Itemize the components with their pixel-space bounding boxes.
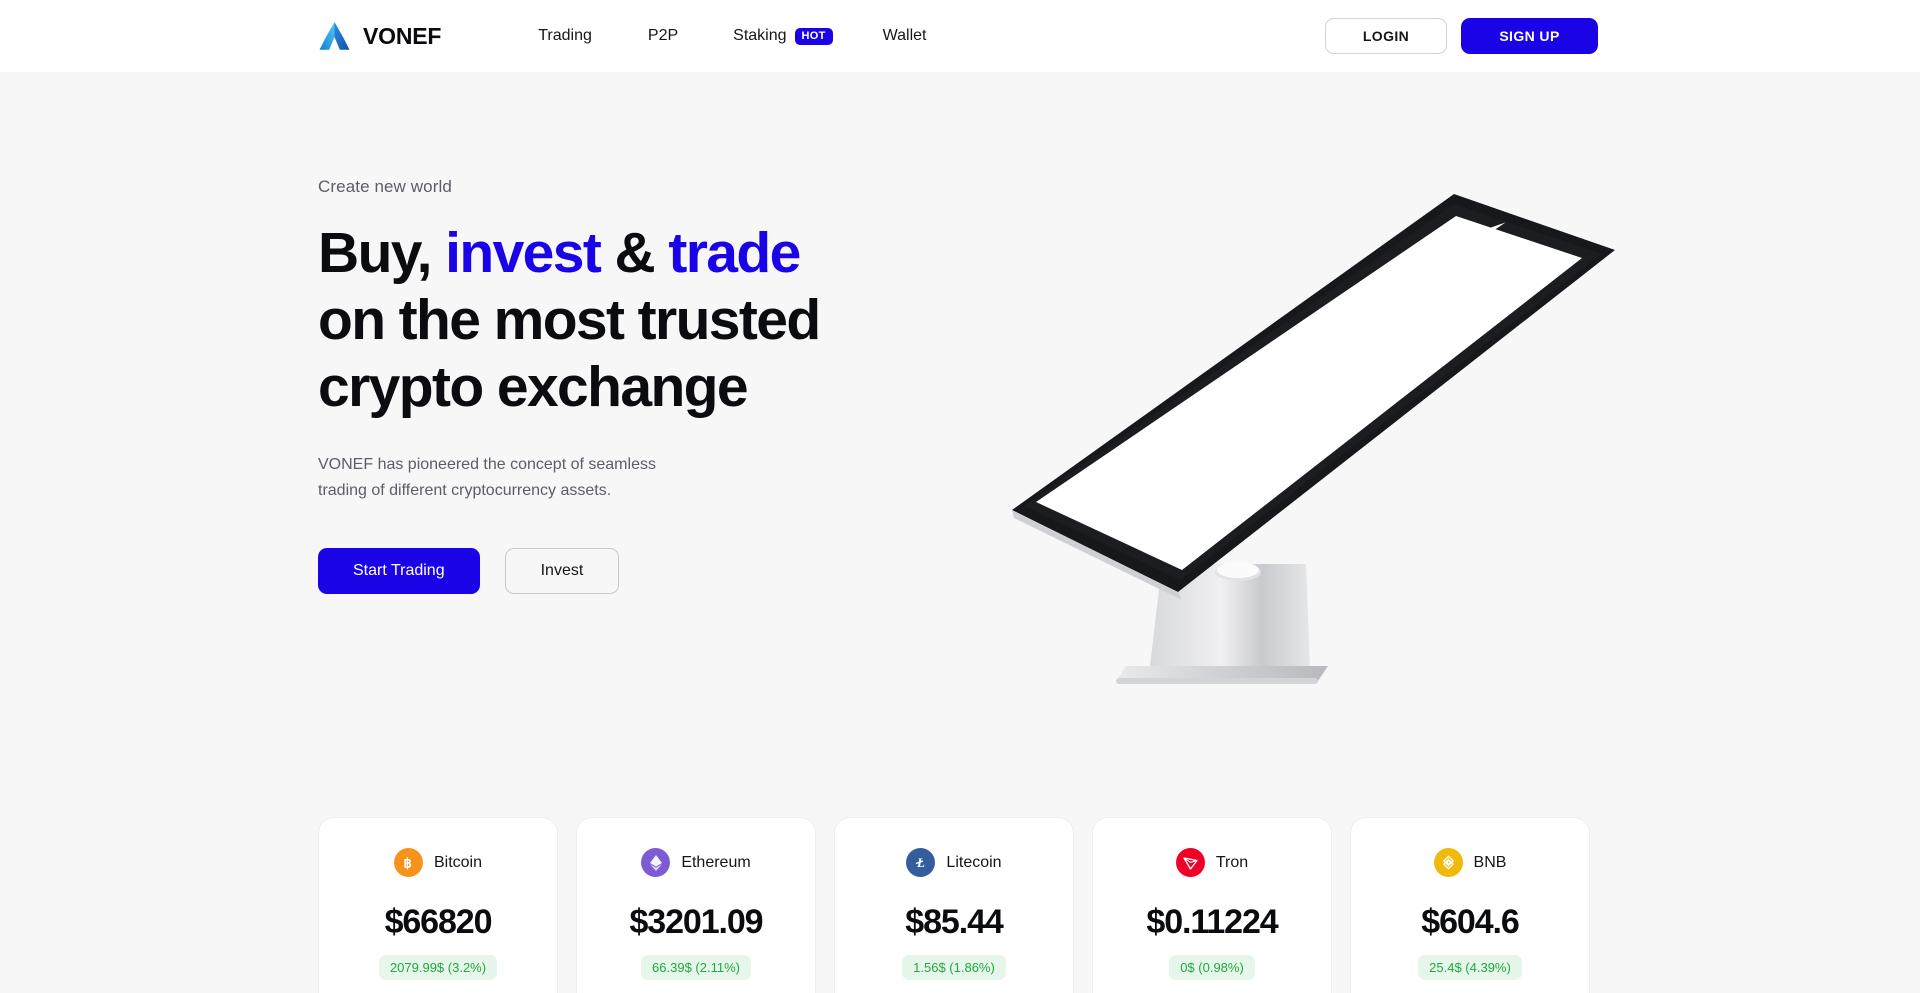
headline-part-1: Buy, [318, 221, 446, 285]
site-header: VONEF Trading P2P Staking HOT Wallet LOG… [0, 0, 1920, 72]
coin-price: $0.11224 [1146, 903, 1278, 941]
coin-header: Ethereum [577, 848, 815, 877]
coin-delta-badge: 0$ (0.98%) [1169, 955, 1255, 980]
coin-name: BNB [1473, 853, 1507, 871]
headline-ampersand: & [600, 221, 669, 285]
svg-text:Hide zero balances: Hide zero balances [1075, 256, 1121, 290]
coin-name: Bitcoin [433, 853, 483, 871]
headline-accent-invest: invest [445, 221, 602, 285]
hero-eyebrow: Create new world [318, 177, 452, 196]
nav-label-staking: Staking [733, 27, 787, 44]
nav-item-p2p[interactable]: P2P [648, 27, 678, 45]
coin-card-bitcoin[interactable]: ฿ Bitcoin $66820 2079.99$ (3.2%) [318, 817, 558, 993]
svg-text:0.00 USD: 0.00 USD [1262, 239, 1286, 258]
nav-item-wallet[interactable]: Wallet [883, 27, 927, 45]
coin-price: $3201.09 [629, 903, 763, 941]
bnb-icon [1433, 848, 1463, 877]
coin-card-bnb[interactable]: BNB $604.6 25.4$ (4.39%) [1350, 817, 1590, 993]
svg-text:In order: In order [1152, 258, 1172, 274]
login-button[interactable]: LOGIN [1325, 18, 1447, 54]
svg-text:0 BTC: 0 BTC [1164, 279, 1181, 293]
bitcoin-icon: ฿ [393, 848, 423, 877]
coin-delta-badge: 66.39$ (2.11%) [641, 955, 751, 980]
coin-header: ฿ Bitcoin [319, 848, 557, 877]
tron-icon [1175, 848, 1205, 877]
coin-header: Tron [1093, 848, 1331, 877]
coin-price: $66820 [384, 903, 493, 941]
page-title: Buy, invest & trade on the most trusted … [318, 220, 938, 421]
svg-text:Ethereum: Ethereum [1031, 396, 1057, 416]
coin-delta-badge: 1.56$ (1.86%) [902, 955, 1006, 980]
svg-text:0.00 USD: 0.00 USD [1247, 217, 1271, 236]
headline-part-3: crypto exchange [318, 355, 749, 419]
nav-item-staking[interactable]: Staking HOT [733, 27, 833, 45]
svg-text:Other 22.82%: Other 22.82% [1067, 192, 1095, 199]
litecoin-icon: L [906, 848, 936, 877]
brand-logo[interactable]: VONEF [318, 21, 441, 51]
coin-card-litecoin[interactable]: L Litecoin $85.44 1.56$ (1.86%) [834, 817, 1074, 993]
hero-subtitle: VONEF has pioneered the concept of seaml… [318, 456, 656, 499]
coin-cards: ฿ Bitcoin $66820 2079.99$ (3.2%) Ethereu… [318, 817, 1590, 993]
svg-text:Equivalent, USD: Equivalent, USD [1234, 192, 1273, 218]
nav-label-wallet: Wallet [882, 27, 927, 44]
coin-delta-badge: 25.4$ (4.39%) [1418, 955, 1522, 980]
hero-copy: Create new world Buy, invest & trade on … [318, 177, 938, 594]
monitor-mockup: Spot trading Swap HOT Derivatives Tools … [1010, 192, 1630, 712]
signup-button[interactable]: SIGN UP [1461, 18, 1598, 54]
svg-text:฿: ฿ [403, 856, 411, 871]
invest-button[interactable]: Invest [504, 548, 620, 594]
coin-name: Ethereum [681, 853, 751, 871]
svg-text:Activate your gift code: Activate your gift code [1010, 264, 1037, 312]
coin-name: Tron [1215, 853, 1249, 871]
coin-header: BNB [1351, 848, 1589, 877]
coin-price: $604.6 [1421, 903, 1520, 941]
header-actions: LOGIN SIGN UP [1325, 18, 1598, 54]
coin-card-ethereum[interactable]: Ethereum $3201.09 66.39$ (2.11%) [576, 817, 816, 993]
svg-text:BTC: BTC [1036, 370, 1049, 381]
headline-part-2: on the most trusted [318, 288, 821, 352]
svg-text:0 ETH: 0 ETH [1099, 356, 1116, 370]
svg-text:Enter code of your gift card (: Enter code of your gift card (anonim) [1010, 268, 1046, 318]
nav-label-p2p: P2P [647, 27, 679, 44]
coin-name: Litecoin [946, 853, 1002, 871]
main-navigation: Trading P2P Staking HOT Wallet [538, 27, 927, 45]
start-trading-button[interactable]: Start Trading [318, 548, 480, 594]
vonef-logo-icon [318, 21, 351, 51]
svg-text:0 ETH: 0 ETH [1180, 301, 1197, 315]
coin-header: L Litecoin [835, 848, 1073, 877]
ethereum-icon [641, 848, 671, 877]
nav-item-trading[interactable]: Trading [538, 27, 592, 45]
monitor-screen [1036, 216, 1582, 570]
svg-text:Total: Total [1071, 318, 1084, 330]
nav-label-trading: Trading [538, 27, 592, 44]
hero-buttons: Start Trading Invest [318, 548, 938, 594]
svg-text:allocation: allocation [1016, 200, 1035, 215]
svg-text:Bitcoin: Bitcoin [1016, 378, 1036, 394]
headline-accent-trade: trade [668, 221, 801, 285]
svg-text:0 BTC: 0 BTC [1084, 334, 1101, 348]
coin-delta-badge: 2079.99$ (3.2%) [378, 955, 498, 980]
coin-price: $85.44 [905, 903, 1004, 941]
coin-card-tron[interactable]: Tron $0.11224 0$ (0.98%) [1092, 817, 1332, 993]
hero-section: Create new world Buy, invest & trade on … [0, 72, 1920, 993]
hot-badge: HOT [794, 27, 833, 45]
svg-text:ETH: ETH [1058, 387, 1071, 398]
brand-name: VONEF [363, 22, 442, 49]
